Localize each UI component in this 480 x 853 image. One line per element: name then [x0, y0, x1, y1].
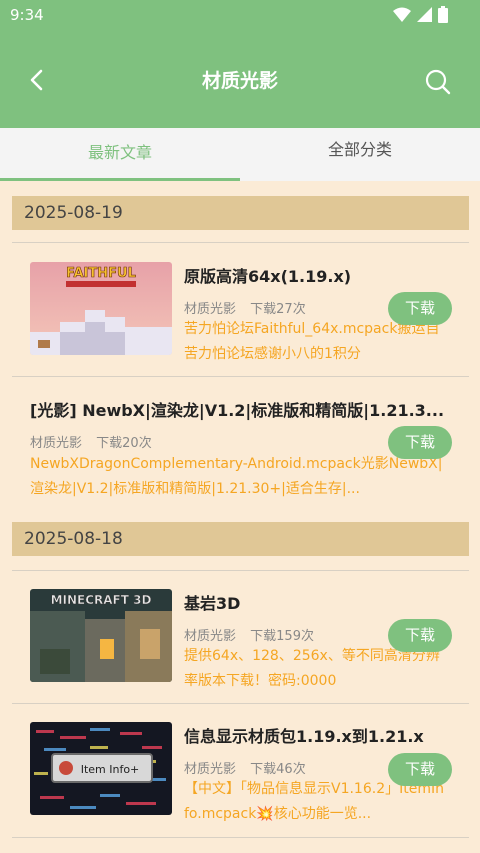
item-meta: 材质光影 下载20次	[30, 432, 152, 451]
battery-icon	[438, 6, 448, 23]
tab-all-categories[interactable]: 全部分类	[240, 128, 480, 181]
status-bar: 9:34	[0, 0, 480, 32]
status-time: 9:34	[10, 6, 44, 24]
item-description: NewbXDragonComplementary-Android.mcpack光…	[30, 456, 443, 497]
item-meta: 材质光影 下载159次	[184, 625, 314, 644]
date-header: 2025-08-18	[12, 522, 469, 556]
item-title[interactable]: [光影] NewbX|渲染龙|V1.2|标准版和精简版|1.21.3...	[30, 397, 450, 421]
item-title[interactable]: 基岩3D	[184, 590, 464, 614]
divider	[12, 837, 469, 838]
download-button[interactable]: 下载	[388, 426, 452, 459]
tab-label: 最新文章	[87, 143, 152, 162]
item-title[interactable]: 信息显示材质包1.19.x到1.21.x	[184, 723, 464, 747]
item-meta: 材质光影 下载27次	[184, 298, 306, 317]
item-downloads: 下载20次	[96, 436, 152, 451]
tab-latest-articles[interactable]: 最新文章	[0, 128, 240, 181]
article-list[interactable]: 2025-08-19 FAITHFUL 原版高清64x(1.19.x) 材质光影…	[0, 181, 480, 853]
item-category: 材质光影	[184, 762, 237, 777]
item-category: 材质光影	[184, 302, 237, 317]
wifi-icon	[393, 7, 411, 22]
item-category: 材质光影	[30, 436, 83, 451]
divider	[12, 376, 469, 377]
app-bar: 材质光影	[0, 32, 480, 128]
download-button[interactable]: 下载	[388, 619, 452, 652]
divider	[12, 242, 469, 243]
thumbnail-title-text: MINECRAFT 3D	[51, 593, 152, 607]
date-header: 2025-08-19	[12, 196, 469, 230]
system-icons	[393, 6, 448, 23]
item-category: 材质光影	[184, 629, 237, 644]
item-thumbnail: Item Info+	[30, 722, 172, 815]
tab-label: 全部分类	[327, 140, 392, 159]
item-thumbnail: MINECRAFT 3D	[30, 589, 172, 682]
search-icon[interactable]	[424, 68, 452, 96]
thumbnail-title-text: Item Info+	[81, 763, 140, 776]
item-thumbnail: FAITHFUL	[30, 262, 172, 355]
item-title[interactable]: 原版高清64x(1.19.x)	[184, 263, 464, 287]
item-downloads: 下载159次	[250, 629, 314, 644]
divider	[12, 703, 469, 704]
signal-icon	[417, 7, 432, 22]
tab-bar: 最新文章 全部分类	[0, 128, 480, 181]
item-downloads: 下载46次	[250, 762, 306, 777]
divider	[12, 570, 469, 571]
item-downloads: 下载27次	[250, 302, 306, 317]
page-title: 材质光影	[201, 70, 278, 92]
download-button[interactable]: 下载	[388, 753, 452, 786]
thumbnail-title-text: FAITHFUL	[66, 266, 136, 281]
download-button[interactable]: 下载	[388, 292, 452, 325]
item-meta: 材质光影 下载46次	[184, 758, 306, 777]
